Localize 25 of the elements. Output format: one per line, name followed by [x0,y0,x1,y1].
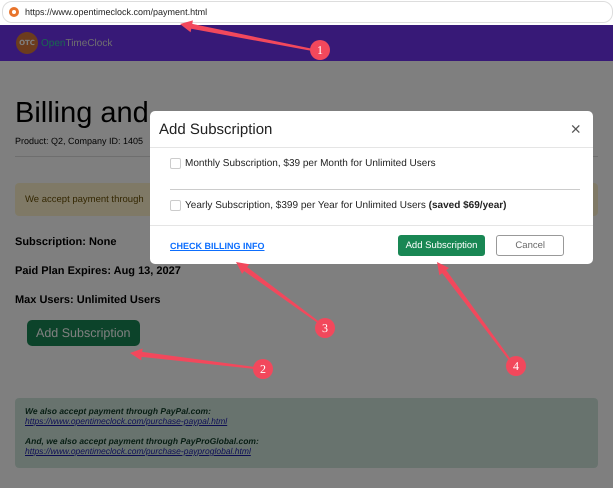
annotation-number: 4 [506,356,526,376]
option-label: Monthly Subscription, $39 per Month for Unlimited Users [185,158,436,169]
checkbox[interactable] [170,200,181,211]
close-button[interactable]: × [570,120,581,138]
annotation-number: 2 [253,359,273,379]
account-detail: Max Users: Unlimited Users [15,294,160,306]
account-detail: Paid Plan Expires: Aug 13, 2027 [15,265,181,277]
page-title: Billing and [15,97,149,130]
account-detail: Subscription: None [15,236,116,248]
payment-info-text: We also accept payment through PayPal.com: [25,406,212,416]
cancel-button[interactable]: Cancel [496,235,564,256]
url-text: https://www.opentimeclock.com/payment.html [25,7,208,17]
payment-info-text: And, we also accept payment through PayProGlobal.com: [25,436,260,446]
payment-link[interactable]: https://www.opentimeclock.com/purchase-payproglobal.html [25,446,251,456]
option-label: Yearly Subscription, $399 per Year for Unlimited Users (saved $69/year) [185,200,506,211]
checkbox[interactable] [170,158,181,169]
billing-info-link[interactable]: CHECK BILLING INFO [170,240,264,250]
annotation-number: 3 [315,318,335,338]
address-bar[interactable]: https://www.opentimeclock.com/payment.html [2,1,613,23]
dialog-title: Add Subscription [159,120,272,138]
site-icon [9,7,19,17]
add-subscription-button[interactable]: Add Subscription [27,320,140,346]
brand-name[interactable]: OpenTimeClock [41,38,112,48]
add-subscription-button[interactable]: Add Subscription [398,235,486,256]
payment-link[interactable]: https://www.opentimeclock.com/purchase-paypal.html [25,416,228,426]
